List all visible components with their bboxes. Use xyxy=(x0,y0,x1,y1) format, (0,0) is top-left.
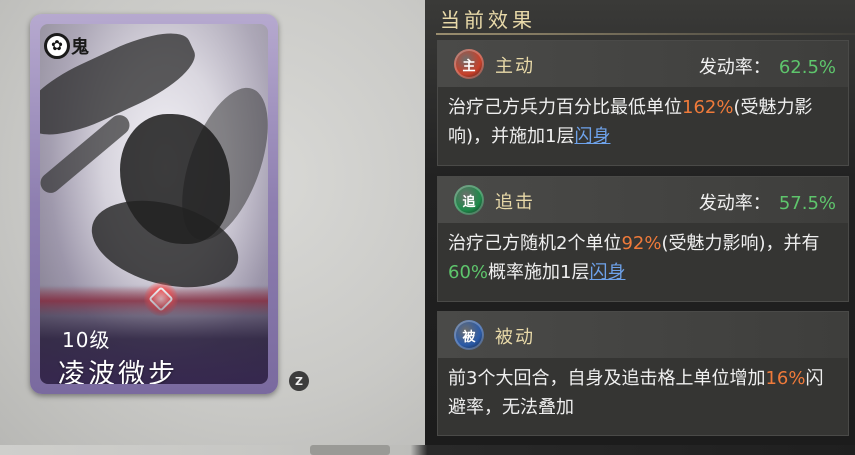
effect-card: 被被动 前3个大回合，自身及追击格上单位增加16%闪避率，无法叠加 xyxy=(437,311,849,436)
effect-type-label: 追击 xyxy=(495,192,535,213)
trigger-rate-label: 发动率： xyxy=(698,193,771,214)
effect-description: 前3个大回合，自身及追击格上单位增加16%闪避率，无法叠加 xyxy=(438,358,848,430)
trigger-rate: 发动率： 57.5% xyxy=(699,189,836,215)
ground-stroke xyxy=(310,445,390,455)
effect-description: 治疗己方兵力百分比最低单位162%(受魅力影响)，并施加1层闪身 xyxy=(438,87,848,159)
status-link[interactable]: 闪身 xyxy=(589,262,625,283)
hotkey-z-button[interactable]: Z xyxy=(289,371,309,391)
card-type-badge: ✿ 鬼 xyxy=(44,30,100,62)
effect-header: 主主动 发动率： 62.5% xyxy=(438,41,848,87)
effect-header: 追追击 发动率： 57.5% xyxy=(438,177,848,223)
description-text: 前3个大回合，自身及追击格上单位增加 xyxy=(448,368,766,389)
skill-name: 凌波微步 xyxy=(58,359,178,384)
effect-description: 治疗己方随机2个单位92%(受魅力影响)，并有 60%概率施加1层闪身 xyxy=(438,223,848,295)
effect-type-label: 主动 xyxy=(495,56,535,77)
effect-type-label: 被动 xyxy=(495,327,535,348)
effect-card: 主主动 发动率： 62.5% 治疗己方兵力百分比最低单位162%(受魅力影响)，并施加… xyxy=(437,40,849,166)
highlight-value: 16% xyxy=(765,368,806,389)
highlight-value: 92% xyxy=(621,233,662,254)
effect-type-icon: 主 xyxy=(454,49,484,79)
highlight-value: 162% xyxy=(682,97,734,118)
description-text: 治疗己方兵力百分比最低单位 xyxy=(448,97,682,118)
effect-card: 追追击 发动率： 57.5% 治疗己方随机2个单位92%(受魅力影响)，并有 60%概率… xyxy=(437,176,849,302)
description-text: 概率施加1层 xyxy=(488,262,590,283)
trigger-rate: 发动率： 62.5% xyxy=(699,53,836,79)
description-text: 治疗己方随机2个单位 xyxy=(448,233,622,254)
flower-seal-icon: ✿ xyxy=(44,33,70,59)
trigger-rate-label: 发动率： xyxy=(698,57,771,78)
panel-title: 当前效果 xyxy=(440,8,536,32)
trigger-rate-value: 57.5% xyxy=(778,193,836,214)
effect-type-icon: 被 xyxy=(454,320,484,350)
badge-label: 鬼 xyxy=(71,37,89,58)
effect-header: 被被动 xyxy=(438,312,848,358)
description-text: (受魅力影响)，并有 xyxy=(661,233,820,254)
card-artwork: ✿ 鬼 10级 凌波微步 xyxy=(40,24,268,384)
trigger-rate-value: 62.5% xyxy=(778,57,836,78)
effect-type-icon: 追 xyxy=(454,185,484,215)
skill-level: 10级 xyxy=(62,328,111,352)
skill-card[interactable]: ✿ 鬼 10级 凌波微步 xyxy=(30,14,278,394)
title-divider xyxy=(436,33,855,35)
status-link[interactable]: 闪身 xyxy=(574,126,610,147)
chance-value: 60% xyxy=(448,262,489,283)
